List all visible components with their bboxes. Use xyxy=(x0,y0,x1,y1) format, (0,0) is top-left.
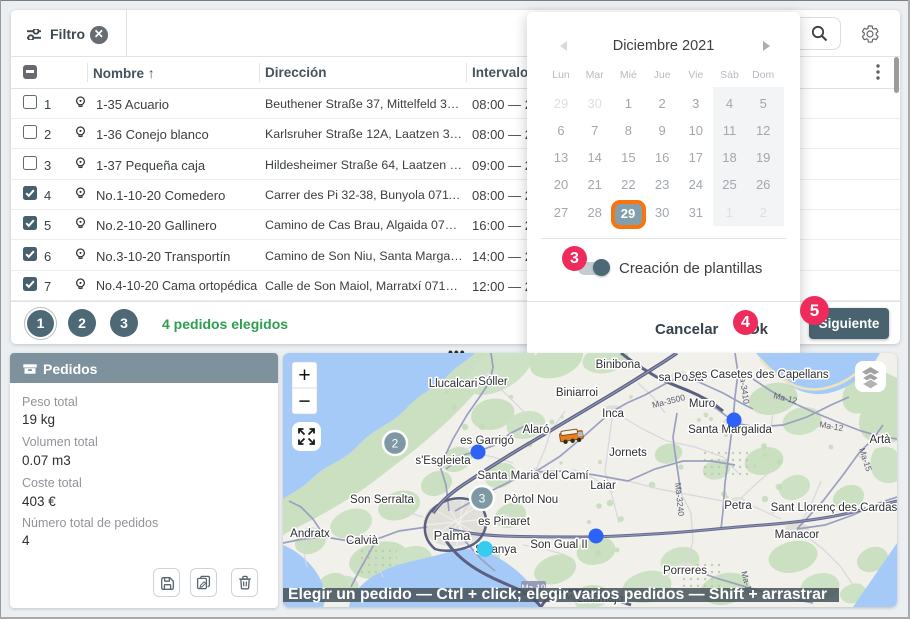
svg-text:Biniarroi: Biniarroi xyxy=(556,387,598,399)
svg-text:s'Esgleieta: s'Esgleieta xyxy=(415,455,471,467)
svg-text:Sant Llorenç des Cardassa: Sant Llorenç des Cardassa xyxy=(771,502,897,514)
svg-text:Son Serralta: Son Serralta xyxy=(350,494,415,506)
svg-text:Petra: Petra xyxy=(724,500,752,512)
svg-text:es Pinaret: es Pinaret xyxy=(478,516,531,528)
svg-text:Son Gual II: Son Gual II xyxy=(530,539,588,551)
svg-text:Muro: Muro xyxy=(689,398,715,410)
svg-text:+: + xyxy=(298,364,310,387)
svg-text:Manacor: Manacor xyxy=(775,529,820,541)
svg-text:Palma: Palma xyxy=(434,528,472,543)
svg-text:Llucalcari: Llucalcari xyxy=(429,378,478,390)
svg-text:Pòrtol Nou: Pòrtol Nou xyxy=(504,494,558,506)
svg-text:ses Casetes des Capellans: ses Casetes des Capellans xyxy=(689,369,829,381)
svg-text:Alaró: Alaró xyxy=(523,424,550,436)
svg-text:3: 3 xyxy=(479,492,486,506)
svg-text:es Garrigó: es Garrigó xyxy=(460,435,514,447)
svg-text:−: − xyxy=(298,390,310,413)
svg-text:Laiar: Laiar xyxy=(590,480,616,492)
svg-text:Sóller: Sóller xyxy=(478,376,508,388)
svg-text:Calvià: Calvià xyxy=(346,535,379,547)
svg-text:2: 2 xyxy=(392,437,399,451)
svg-text:Binibona: Binibona xyxy=(596,359,641,371)
svg-text:anya: anya xyxy=(492,544,518,556)
svg-text:Jornets: Jornets xyxy=(609,447,647,459)
svg-text:Porreres: Porreres xyxy=(663,565,707,577)
svg-text:Andratx: Andratx xyxy=(290,528,330,540)
svg-text:Elegir un pedido — Ctrl + clic: Elegir un pedido — Ctrl + click; elegir … xyxy=(288,586,827,603)
svg-text:Inca: Inca xyxy=(602,408,624,420)
svg-text:Santa Maria del Camí: Santa Maria del Camí xyxy=(477,470,589,482)
svg-text:Artà: Artà xyxy=(869,434,891,446)
